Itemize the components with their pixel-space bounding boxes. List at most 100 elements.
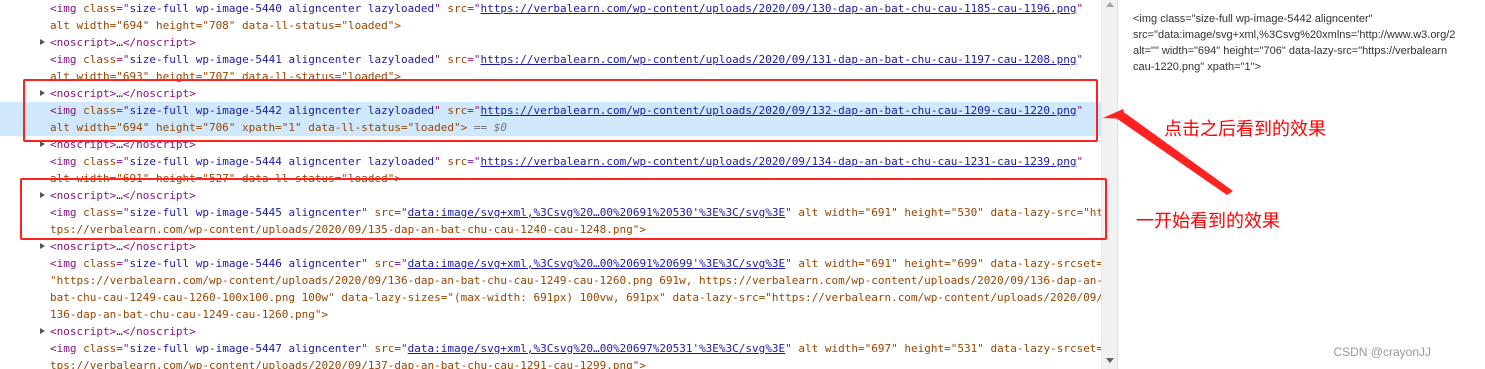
img-open-tag: <img [50,257,84,270]
dom-row-content: <img class="size-full wp-image-5447 alig… [50,340,1101,357]
attr-name: class [83,257,117,270]
dom-row-content: <img class="size-full wp-image-5446 alig… [50,255,1101,272]
noscript-open-tag: <noscript> [50,36,117,49]
dom-tree-row[interactable]: <noscript>…</noscript> [0,238,1101,255]
punct: =" [116,257,130,270]
punct: =" [116,342,130,355]
punct: " [434,53,448,66]
punct: =" [116,2,130,15]
src-link[interactable]: data:image/svg+xml,%3Csvg%20…00%20697%20… [408,342,786,355]
attr-name: src [374,257,395,270]
attr-text: bat-chu-cau-1249-cau-1260-100x100.png 10… [50,291,1101,304]
punct: " [1076,2,1084,15]
noscript-open-tag: <noscript> [50,240,117,253]
attr-name: class [83,53,117,66]
img-open-tag: <img [50,53,84,66]
noscript-close-tag: </noscript> [122,36,196,49]
punct: " [1076,53,1084,66]
collapsed-ellipsis: … [116,36,123,49]
attribute-line: cau-1220.png" xpath="1"> [1133,61,1261,73]
src-link[interactable]: https://verbalearn.com/wp-content/upload… [481,155,1077,168]
dom-tree-row[interactable]: <img class="size-full wp-image-5444 alig… [0,153,1101,170]
attr-value: size-full wp-image-5447 aligncenter [129,342,362,355]
dom-row-content: <img class="size-full wp-image-5441 alig… [50,51,1083,68]
punct: " [361,342,375,355]
attr-value: size-full wp-image-5444 aligncenter lazy… [129,155,435,168]
dom-row-content: <img class="size-full wp-image-5440 alig… [50,0,1083,17]
attr-text: "https://verbalearn.com/wp-content/uploa… [50,274,1101,287]
attr-name: class [83,342,117,355]
attr-value: size-full wp-image-5441 aligncenter lazy… [129,53,435,66]
punct: " [361,257,375,270]
attr-value: size-full wp-image-5446 aligncenter [129,257,362,270]
punct: =" [467,53,481,66]
punct: " [785,342,792,355]
dom-row-content: 136-dap-an-bat-chu-cau-1249-cau-1260.png… [50,306,328,323]
dom-tree-row[interactable]: 136-dap-an-bat-chu-cau-1249-cau-1260.png… [0,306,1101,323]
dom-tree-row[interactable]: <img class="size-full wp-image-5440 alig… [0,0,1101,17]
punct: " [434,155,448,168]
attr-name: src [374,342,395,355]
attr-name: class [83,2,117,15]
collapsed-ellipsis: … [116,240,123,253]
dom-row-content: tps://verbalearn.com/wp-content/uploads/… [50,357,646,369]
dom-tree-row[interactable]: <img class="size-full wp-image-5441 alig… [0,51,1101,68]
attr-value: size-full wp-image-5440 aligncenter lazy… [129,2,435,15]
noscript-close-tag: </noscript> [122,325,196,338]
dom-row-content: <noscript>…</noscript> [50,323,196,340]
initial-annotation: 一开始看到的效果 [1136,211,1280,232]
punct: =" [116,53,130,66]
dom-tree-row[interactable]: tps://verbalearn.com/wp-content/uploads/… [0,357,1101,369]
initial-highlight-box [20,178,1107,240]
dom-row-content: <noscript>…</noscript> [50,238,196,255]
dom-tree-row[interactable]: bat-chu-cau-1249-cau-1260-100x100.png 10… [0,289,1101,306]
punct: =" [467,2,481,15]
dom-row-content: <img class="size-full wp-image-5444 alig… [50,153,1083,170]
caret-right-icon[interactable] [40,243,45,249]
after-click-annotation: 点击之后看到的效果 [1164,119,1326,140]
img-open-tag: <img [50,342,84,355]
dom-row-content: "https://verbalearn.com/wp-content/uploa… [50,272,1101,289]
after-click-highlight-box [23,79,1098,142]
attr-tail: alt width="697" height="531" data-lazy-s… [791,342,1101,355]
attr-tail: alt width="691" height="699" data-lazy-s… [791,257,1101,270]
attr-name: src [447,2,468,15]
punct: =" [394,257,408,270]
dom-tree-row[interactable]: <img class="size-full wp-image-5446 alig… [0,255,1101,272]
attribute-line: src="data:image/svg+xml,%3Csvg%20xmlns='… [1133,29,1456,41]
attribute-line: <img class="size-full wp-image-5442 alig… [1133,13,1373,25]
attr-name: src [447,155,468,168]
punct: =" [116,155,130,168]
src-link[interactable]: https://verbalearn.com/wp-content/upload… [481,2,1077,15]
attr-name: src [447,53,468,66]
attr-name: class [83,155,117,168]
scroll-down-icon[interactable] [1106,358,1114,363]
noscript-open-tag: <noscript> [50,325,117,338]
caret-right-icon[interactable] [40,328,45,334]
dom-tree-row[interactable]: alt width="694" height="708" data-ll-sta… [0,17,1101,34]
attribute-line: alt="" width="694" height="706" data-laz… [1133,45,1448,57]
dom-tree-row[interactable]: <noscript>…</noscript> [0,34,1101,51]
punct: " [434,2,448,15]
attr-text: 136-dap-an-bat-chu-cau-1249-cau-1260.png… [50,308,329,321]
dom-tree-row[interactable]: "https://verbalearn.com/wp-content/uploa… [0,272,1101,289]
src-link[interactable]: data:image/svg+xml,%3Csvg%20…00%20691%20… [408,257,786,270]
collapsed-ellipsis: … [116,325,123,338]
punct: =" [467,155,481,168]
punct: " [785,257,792,270]
punct: =" [394,342,408,355]
dom-tree-row[interactable]: <noscript>…</noscript> [0,323,1101,340]
dom-row-content: alt width="694" height="708" data-ll-sta… [50,17,401,34]
attr-text: alt width="694" height="708" data-ll-sta… [50,19,401,32]
dom-row-content: <noscript>…</noscript> [50,34,196,51]
watermark: CSDN @crayonJJ [1333,345,1431,359]
dom-row-content: bat-chu-cau-1249-cau-1260-100x100.png 10… [50,289,1101,306]
img-open-tag: <img [50,2,84,15]
img-open-tag: <img [50,155,84,168]
punct: " [1076,155,1084,168]
caret-right-icon[interactable] [40,39,45,45]
dom-tree-row[interactable]: <img class="size-full wp-image-5447 alig… [0,340,1101,357]
noscript-close-tag: </noscript> [122,240,196,253]
scroll-up-icon[interactable] [1106,2,1114,7]
src-link[interactable]: https://verbalearn.com/wp-content/upload… [481,53,1077,66]
